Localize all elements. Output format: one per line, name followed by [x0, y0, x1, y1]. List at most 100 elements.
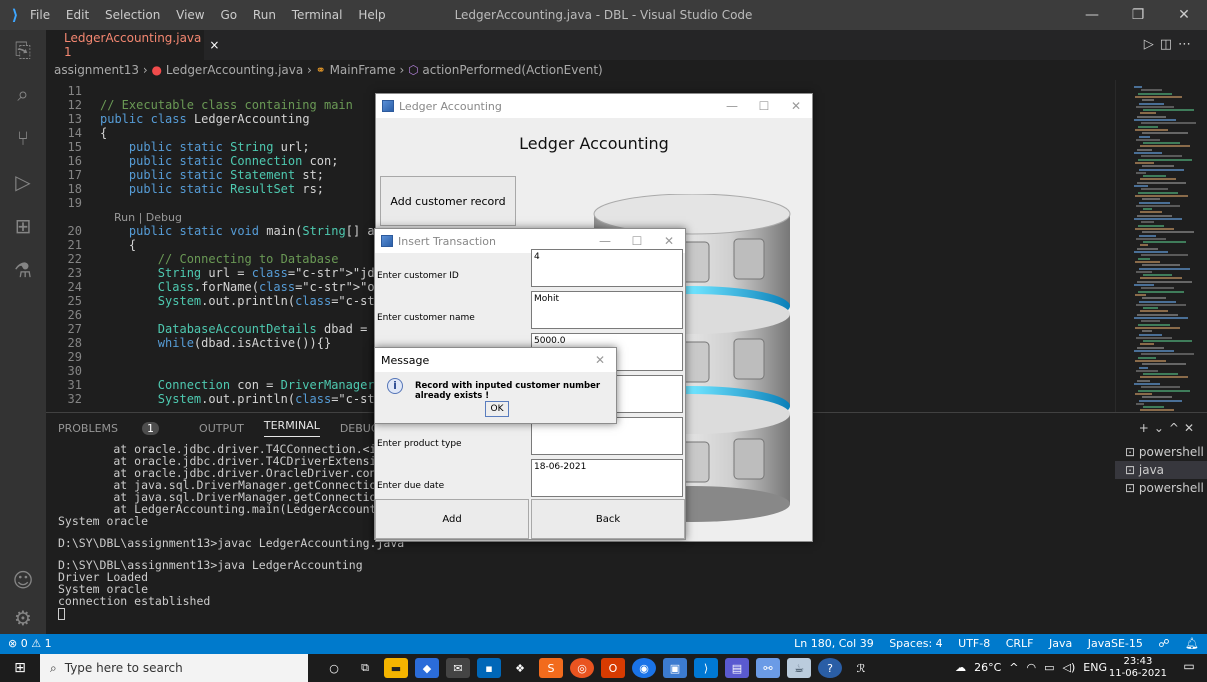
java-app-icon[interactable]: ☕	[787, 658, 811, 678]
wifi-icon[interactable]: ◠	[1027, 654, 1037, 682]
app-notification-icon[interactable]: ▣	[663, 658, 687, 678]
terminal-item-powershell-1[interactable]: ⊡ powershell	[1115, 443, 1207, 461]
minimap-line	[1135, 293, 1146, 296]
run-debug-icon[interactable]: ▷	[0, 162, 46, 202]
minimap-line	[1136, 138, 1160, 141]
testing-icon[interactable]: ⚗	[0, 250, 46, 290]
network-app-icon[interactable]: ⚯	[756, 658, 780, 678]
tab-problems[interactable]: PROBLEMS 1	[58, 421, 179, 435]
restore-icon[interactable]: ❐	[1115, 0, 1161, 30]
minimap-line	[1134, 251, 1168, 253]
weather-icon[interactable]: ☁	[955, 654, 966, 682]
menu-view[interactable]: View	[176, 8, 204, 22]
status-cursor-position[interactable]: Ln 180, Col 39	[794, 637, 874, 650]
battery-icon[interactable]: ▭	[1044, 654, 1054, 682]
menu-terminal[interactable]: Terminal	[292, 8, 343, 22]
taskbar-search[interactable]: ⌕ Type here to search	[40, 654, 308, 682]
customer-id-field[interactable]: 4	[531, 249, 683, 287]
close-icon[interactable]: ✕	[780, 94, 812, 118]
close-icon[interactable]: ✕	[584, 348, 616, 372]
status-indentation[interactable]: Spaces: 4	[889, 637, 942, 650]
windows-start-icon[interactable]: ⊞	[0, 660, 40, 676]
menu-help[interactable]: Help	[358, 8, 385, 22]
new-terminal-icon[interactable]: +	[1139, 421, 1154, 435]
explorer-icon[interactable]: ⎘	[0, 30, 46, 70]
notepad-icon[interactable]: ▤	[725, 658, 749, 678]
help-icon[interactable]: ?	[818, 658, 842, 678]
people-icon[interactable]: ℛ	[849, 658, 873, 678]
sublime-icon[interactable]: S	[539, 658, 563, 678]
vscode-taskbar-icon[interactable]: ⟩	[694, 658, 718, 678]
mail-icon[interactable]: ✉	[446, 658, 470, 678]
close-panel-icon[interactable]: ✕	[1184, 421, 1199, 435]
chevron-down-icon[interactable]: ⌄	[1154, 421, 1169, 435]
status-language[interactable]: Java	[1049, 637, 1072, 650]
taskbar-clock[interactable]: 23:43 11-06-2021	[1109, 656, 1167, 680]
search-icon[interactable]: ⌕	[0, 74, 46, 114]
line-number: 29	[67, 350, 82, 364]
tab-close-icon[interactable]: ×	[209, 38, 219, 52]
breadcrumb-method[interactable]: actionPerformed(ActionEvent)	[422, 63, 602, 77]
status-java-version[interactable]: JavaSE-15	[1088, 637, 1143, 650]
maximize-icon[interactable]: ☐	[748, 94, 780, 118]
breadcrumb-file[interactable]: LedgerAccounting.java	[166, 63, 303, 77]
minimap-line	[1141, 320, 1160, 323]
action-center-icon[interactable]: ▭	[1179, 659, 1199, 677]
back-button[interactable]: Back	[531, 499, 685, 539]
minimap-line	[1138, 356, 1156, 359]
clock-time: 23:43	[1123, 656, 1153, 667]
menu-selection[interactable]: Selection	[105, 8, 160, 22]
terminal-item-powershell-2[interactable]: ⊡ powershell	[1115, 479, 1207, 497]
task-view-icon[interactable]: ⧉	[353, 658, 377, 678]
breadcrumb-class[interactable]: MainFrame	[330, 63, 396, 77]
app-icon[interactable]: ▪	[477, 658, 501, 678]
menu-run[interactable]: Run	[253, 8, 276, 22]
settings-gear-icon[interactable]: ⚙	[0, 598, 46, 638]
add-customer-record-button[interactable]: Add customer record	[380, 176, 516, 226]
status-eol[interactable]: CRLF	[1006, 637, 1034, 650]
customer-name-field[interactable]: Mohit	[531, 291, 683, 329]
file-explorer-icon[interactable]: ▬	[384, 658, 408, 678]
menu-file[interactable]: File	[30, 8, 50, 22]
extensions-icon[interactable]: ⊞	[0, 206, 46, 246]
editor-actions: ▷◫⋯	[1144, 30, 1197, 60]
minimize-icon[interactable]: —	[716, 94, 748, 118]
ubuntu-icon[interactable]: ◎	[570, 658, 594, 678]
form-row-customer-name: Enter customer name Mohit	[375, 289, 685, 331]
office-icon[interactable]: O	[601, 658, 625, 678]
language-indicator[interactable]: ENG	[1083, 654, 1107, 682]
tray-chevron-icon[interactable]: ^	[1009, 654, 1018, 682]
dropbox-icon[interactable]: ❖	[508, 658, 532, 678]
minimap-line	[1135, 326, 1180, 329]
minimize-icon[interactable]: —	[1069, 0, 1115, 30]
add-button[interactable]: Add	[375, 499, 529, 539]
account-icon[interactable]: ☺	[0, 560, 46, 600]
terminal-item-java[interactable]: ⊡ java	[1115, 461, 1207, 479]
chrome-icon[interactable]: ◉	[632, 658, 656, 678]
ok-button[interactable]: OK	[485, 401, 509, 417]
status-encoding[interactable]: UTF-8	[958, 637, 990, 650]
minimap-line	[1141, 221, 1154, 224]
problems-status[interactable]: ⊗ 0 ⚠ 1	[8, 634, 52, 654]
feedback-icon[interactable]: ☍	[1158, 637, 1169, 650]
maximize-panel-icon[interactable]: ^	[1169, 421, 1184, 435]
breadcrumb-folder[interactable]: assignment13	[54, 63, 139, 77]
split-editor-icon[interactable]: ◫	[1160, 37, 1178, 52]
menu-bar: File Edit Selection View Go Run Terminal…	[30, 8, 398, 22]
tab-ledgeraccounting[interactable]: LedgerAccounting.java 1 ×	[46, 30, 219, 60]
close-icon[interactable]: ✕	[1161, 0, 1207, 30]
minimap-line	[1135, 161, 1154, 164]
tab-terminal[interactable]: TERMINAL	[263, 419, 320, 437]
run-icon[interactable]: ▷	[1144, 37, 1160, 52]
volume-icon[interactable]: ◁)	[1063, 654, 1076, 682]
tab-output[interactable]: OUTPUT	[199, 422, 244, 435]
due-date-field[interactable]: 18-06-2021	[531, 459, 683, 497]
menu-go[interactable]: Go	[220, 8, 237, 22]
notifications-bell-icon[interactable]: 🔔︎	[1185, 637, 1199, 650]
menu-edit[interactable]: Edit	[66, 8, 89, 22]
store-icon[interactable]: ◆	[415, 658, 439, 678]
source-control-icon[interactable]: ⑂	[0, 118, 46, 158]
weather-temp[interactable]: 26°C	[974, 654, 1001, 682]
cortana-icon[interactable]: ○	[322, 658, 346, 678]
more-actions-icon[interactable]: ⋯	[1178, 37, 1197, 52]
